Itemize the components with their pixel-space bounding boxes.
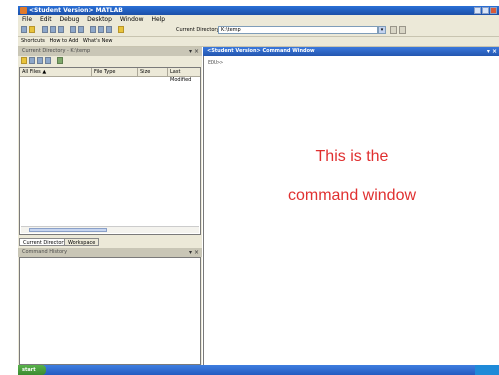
taskbar: start [18,365,499,375]
browse-folder-icon[interactable] [390,26,397,34]
paste-icon[interactable] [58,26,64,33]
current-directory-title-bar[interactable]: Current Directory - K:\temp ▾ × [18,47,202,56]
current-directory-toolbar [18,56,202,66]
menu-edit[interactable]: Edit [40,16,52,23]
file-list[interactable]: All Files ▲ File Type Size Last Modified [19,67,201,235]
menu-debug[interactable]: Debug [60,16,80,23]
command-prompt: EDU>> [208,60,224,66]
copy-icon[interactable] [50,26,56,33]
panel-tabs: Current Directory Workspace [18,237,202,247]
main-toolbar: Current Directory: K:\temp ▾ [18,24,499,37]
column-last-modified[interactable]: Last Modified [168,68,200,83]
up-directory-icon[interactable] [29,57,35,64]
find-icon[interactable] [37,57,43,64]
annotation-line-2: command window [287,187,417,204]
left-panel-column: Current Directory - K:\temp ▾ × All File… [18,47,202,365]
command-window-title-bar[interactable]: <Student Version> Command Window ▾ × [203,47,499,56]
current-directory-title: Current Directory - K:\temp [22,48,91,54]
tab-workspace[interactable]: Workspace [64,238,100,246]
matlab-desktop: <Student Version> MATLAB File Edit Debug… [0,0,499,375]
scrollbar-thumb[interactable] [29,228,107,232]
file-list-header: All Files ▲ File Type Size Last Modified [20,68,200,83]
command-window-title: <Student Version> Command Window [207,48,315,54]
command-history-list[interactable] [19,257,201,365]
undo-icon[interactable] [70,26,76,33]
view-options-icon[interactable] [57,57,63,64]
menu-window[interactable]: Window [120,16,144,23]
shortcuts-label[interactable]: Shortcuts [21,38,45,44]
title-bar[interactable]: <Student Version> MATLAB [18,6,499,15]
open-folder-icon[interactable] [29,26,35,33]
profiler-icon[interactable] [106,26,112,33]
command-window[interactable]: EDU>> This is the command window [203,56,499,365]
window-title: <Student Version> MATLAB [29,7,123,14]
tab-current-directory[interactable]: Current Directory [19,238,71,246]
matlab-logo-icon [20,7,27,14]
panel-controls[interactable]: ▾ × [487,47,497,56]
command-history-title: Command History [22,249,68,255]
system-tray [475,365,499,375]
new-file-icon[interactable] [21,26,27,33]
help-icon[interactable] [118,26,124,33]
current-directory-label: Current Directory: [176,27,221,33]
command-history-title-bar[interactable]: Command History ▾ × [18,248,202,257]
up-folder-icon[interactable] [399,26,406,34]
minimize-icon[interactable] [474,7,481,14]
new-folder-icon[interactable] [21,57,27,64]
column-size[interactable]: Size [138,68,168,76]
menu-help[interactable]: Help [151,16,165,23]
menu-bar: File Edit Debug Desktop Window Help [18,15,499,24]
simulink-icon[interactable] [90,26,96,33]
shortcuts-bar: Shortcuts How to Add What's New [18,37,499,47]
maximize-icon[interactable] [482,7,489,14]
close-icon[interactable] [490,7,497,14]
panel-controls[interactable]: ▾ × [189,47,199,56]
current-directory-input[interactable]: K:\temp [218,26,378,34]
annotation-line-1: This is the [315,148,389,165]
shortcut-how-to-add[interactable]: How to Add [50,38,79,44]
column-file-type[interactable]: File Type [92,68,138,76]
menu-desktop[interactable]: Desktop [87,16,112,23]
guide-icon[interactable] [98,26,104,33]
cut-icon[interactable] [42,26,48,33]
redo-icon[interactable] [78,26,84,33]
panel-controls[interactable]: ▾ × [189,248,199,257]
menu-file[interactable]: File [22,16,32,23]
current-directory-dropdown[interactable]: ▾ [378,26,386,34]
horizontal-scrollbar[interactable] [21,226,199,233]
start-button[interactable]: start [18,365,46,375]
refresh-icon[interactable] [45,57,51,64]
column-all-files[interactable]: All Files ▲ [20,68,92,76]
shortcut-whats-new[interactable]: What's New [83,38,113,44]
